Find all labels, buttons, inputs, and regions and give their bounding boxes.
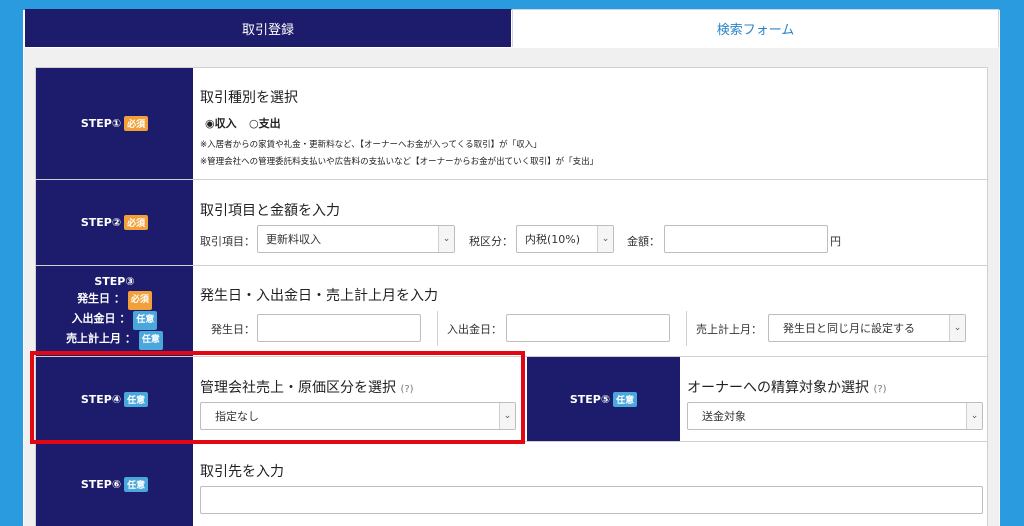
sales-month-select[interactable]: 発生日と同じ月に設定する ⌄: [768, 314, 966, 342]
optional-badge: 任意: [124, 476, 149, 492]
step6-header: STEP⑥ 任意: [36, 442, 193, 526]
required-badge: 必須: [124, 116, 149, 131]
sales-month-label: 売上計上月：: [696, 323, 762, 336]
help-icon[interactable]: (?): [873, 384, 886, 395]
occur-date-input[interactable]: [257, 314, 421, 342]
divider: [437, 311, 438, 346]
item-select[interactable]: 更新料収入 ⌄: [257, 225, 455, 253]
inout-date-input[interactable]: [506, 314, 670, 342]
settlement-select[interactable]: 送金対象 ⌄: [687, 402, 983, 430]
radio-label: 支出: [258, 117, 281, 130]
radio-expense[interactable]: ○支出: [249, 115, 281, 131]
occur-date-label: 発生日：: [211, 323, 255, 336]
highlight-box: [30, 351, 525, 444]
step3-header: STEP③ 発生日 ：必須 入出金日 ：任意 売上計上月 ：任意: [36, 266, 193, 356]
step2-title: 取引項目と金額を入力: [200, 203, 340, 219]
step1-note-expense: ※管理会社への管理委託料支払いや広告料の支払いなど【オーナーからお金が出ていく取…: [200, 157, 599, 167]
optional-badge: 任意: [138, 330, 163, 350]
step6-title: 取引先を入力: [200, 464, 284, 480]
step1-title: 取引種別を選択: [200, 90, 298, 106]
radio-selected-icon: ◉: [205, 117, 215, 130]
settlement-value: 送金対象: [702, 410, 746, 423]
step2-label: STEP②: [80, 216, 122, 229]
inout-date-line: 入出金日 ：: [71, 311, 131, 325]
inout-date-label: 入出金日：: [447, 323, 502, 336]
step3-label: STEP③: [94, 274, 135, 288]
required-badge: 必須: [127, 290, 152, 310]
sales-month-line: 売上計上月 ：: [66, 331, 136, 345]
tax-select-value: 内税(10%): [525, 233, 581, 246]
optional-badge: 任意: [133, 310, 158, 330]
radio-unselected-icon: ○: [249, 117, 259, 130]
item-select-value: 更新料収入: [266, 233, 321, 246]
chevron-down-icon: ⌄: [597, 226, 613, 252]
chevron-down-icon: ⌄: [438, 226, 454, 252]
tab-search-form[interactable]: 検索フォーム: [512, 9, 999, 47]
radio-income[interactable]: ◉収入: [205, 115, 237, 131]
chevron-down-icon: ⌄: [949, 315, 965, 341]
partner-input[interactable]: [200, 486, 983, 514]
radio-label: 収入: [214, 117, 237, 130]
step1-header: STEP① 必須: [36, 68, 193, 179]
step5-header: STEP⑤ 任意: [527, 357, 680, 441]
amount-label: 金額：: [627, 235, 660, 248]
yen-unit: 円: [830, 235, 841, 248]
step1-note-income: ※入居者からの家賃や礼金・更新料など、【オーナーへお金が入ってくる取引】が「収入…: [200, 140, 542, 150]
tax-select[interactable]: 内税(10%) ⌄: [516, 225, 614, 253]
step5-label: STEP⑤: [569, 392, 611, 406]
step3-title: 発生日・入出金日・売上計上月を入力: [200, 288, 438, 304]
sales-month-value: 発生日と同じ月に設定する: [783, 322, 915, 335]
step5-title-text: オーナーへの精算対象か選択: [687, 380, 869, 396]
step1-label: STEP①: [80, 117, 122, 130]
step6-label: STEP⑥: [80, 477, 122, 491]
tab-label: 取引登録: [241, 22, 294, 38]
divider: [686, 311, 687, 346]
tab-label: 検索フォーム: [716, 23, 795, 38]
tax-label: 税区分：: [469, 235, 513, 248]
tab-transaction-register[interactable]: 取引登録: [25, 9, 511, 47]
occur-date-line: 発生日 ：: [77, 291, 125, 305]
required-badge: 必須: [124, 215, 149, 230]
item-label: 取引項目：: [200, 235, 255, 248]
amount-input[interactable]: [664, 225, 828, 253]
optional-badge: 任意: [613, 391, 638, 407]
step5-title: オーナーへの精算対象か選択 (?): [687, 377, 887, 397]
chevron-down-icon: ⌄: [966, 403, 982, 429]
step2-header: STEP② 必須: [36, 180, 193, 265]
